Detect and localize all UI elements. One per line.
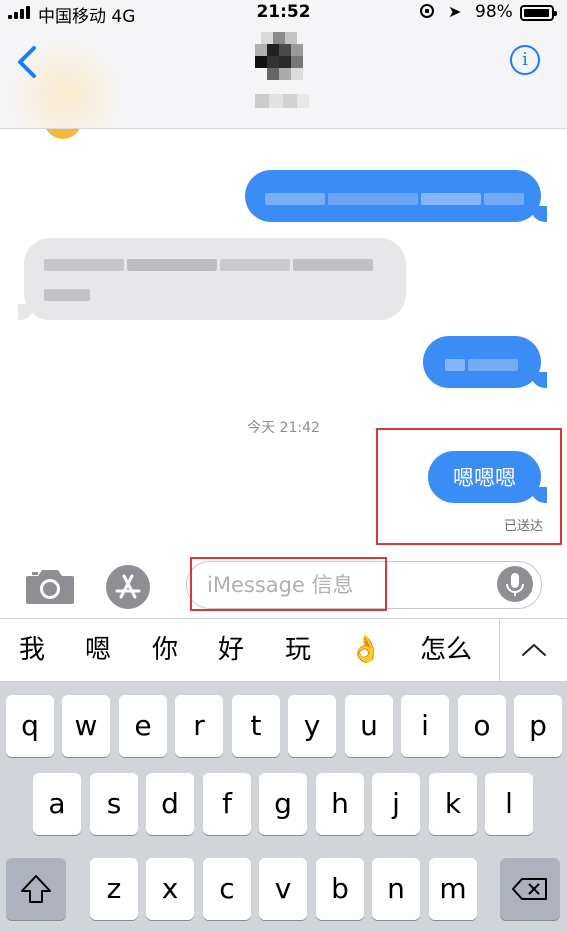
- contact-name-redacted: [255, 92, 309, 110]
- key-h[interactable]: h: [316, 773, 364, 835]
- orientation-lock-icon: [420, 4, 434, 18]
- key-t[interactable]: t: [232, 695, 280, 757]
- shift-arrow-icon: [21, 875, 51, 903]
- key-y[interactable]: y: [288, 695, 336, 757]
- contact-avatar[interactable]: [251, 28, 315, 86]
- info-icon[interactable]: i: [510, 45, 540, 75]
- suggestion-item[interactable]: 👌: [344, 619, 388, 681]
- emoji-bubble-partial: [44, 129, 82, 139]
- key-a[interactable]: a: [33, 773, 81, 835]
- key-p[interactable]: p: [514, 695, 562, 757]
- key-r[interactable]: r: [175, 695, 223, 757]
- compose-bar: iMessage 信息: [0, 552, 567, 618]
- sent-message-text: 嗯嗯嗯: [453, 466, 516, 490]
- message-input[interactable]: iMessage 信息: [186, 561, 542, 609]
- keyboard: q w e r t y u i o p a s d f g h j k l z …: [0, 682, 567, 932]
- message-thread: 今天 21:42 嗯嗯嗯 已送达: [0, 129, 567, 552]
- status-bar: 中国移动 4G 21:52 ➤ 98%: [0, 0, 567, 27]
- key-l[interactable]: l: [485, 773, 533, 835]
- key-w[interactable]: w: [62, 695, 110, 757]
- delete-key[interactable]: [500, 858, 560, 920]
- key-q[interactable]: q: [6, 695, 54, 757]
- key-x[interactable]: x: [146, 858, 194, 920]
- battery-icon: [520, 5, 557, 21]
- suggestion-item[interactable]: 玩: [276, 619, 320, 681]
- camera-icon[interactable]: [24, 566, 76, 606]
- key-c[interactable]: c: [203, 858, 251, 920]
- suggestion-item[interactable]: 好: [209, 619, 253, 681]
- key-o[interactable]: o: [458, 695, 506, 757]
- shift-key[interactable]: [6, 858, 66, 920]
- suggestion-item[interactable]: 我: [10, 619, 54, 681]
- chevron-left-icon[interactable]: [14, 42, 44, 82]
- backspace-icon: [512, 878, 547, 900]
- key-e[interactable]: e: [119, 695, 167, 757]
- key-z[interactable]: z: [90, 858, 138, 920]
- sent-message[interactable]: 嗯嗯嗯: [428, 451, 547, 503]
- key-s[interactable]: s: [90, 773, 138, 835]
- thread-timestamp: 今天 21:42: [247, 420, 320, 436]
- suggestion-item[interactable]: 嗯: [76, 619, 120, 681]
- delivery-status: 已送达: [503, 519, 543, 534]
- key-i[interactable]: i: [401, 695, 449, 757]
- key-j[interactable]: j: [372, 773, 420, 835]
- key-m[interactable]: m: [429, 858, 477, 920]
- predictive-bar: 我 嗯 你 好 玩 👌 怎么: [0, 618, 567, 682]
- location-arrow-icon: ➤: [448, 2, 462, 21]
- suggestion-item[interactable]: 你: [143, 619, 187, 681]
- sent-message-redacted-short[interactable]: [423, 336, 547, 388]
- key-k[interactable]: k: [429, 773, 477, 835]
- key-v[interactable]: v: [259, 858, 307, 920]
- key-g[interactable]: g: [259, 773, 307, 835]
- app-store-icon[interactable]: [106, 565, 150, 609]
- chevron-up-icon[interactable]: [499, 619, 567, 681]
- navigation-header: 中国移动 4G 21:52 ➤ 98% i: [0, 0, 567, 129]
- key-b[interactable]: b: [316, 858, 364, 920]
- sent-message-redacted[interactable]: [245, 170, 547, 222]
- microphone-icon[interactable]: [497, 566, 533, 602]
- key-f[interactable]: f: [203, 773, 251, 835]
- key-d[interactable]: d: [146, 773, 194, 835]
- battery-percentage: 98%: [475, 2, 513, 22]
- received-message-redacted[interactable]: [18, 238, 406, 320]
- key-n[interactable]: n: [372, 858, 420, 920]
- key-u[interactable]: u: [345, 695, 393, 757]
- suggestion-item[interactable]: 怎么: [408, 619, 484, 681]
